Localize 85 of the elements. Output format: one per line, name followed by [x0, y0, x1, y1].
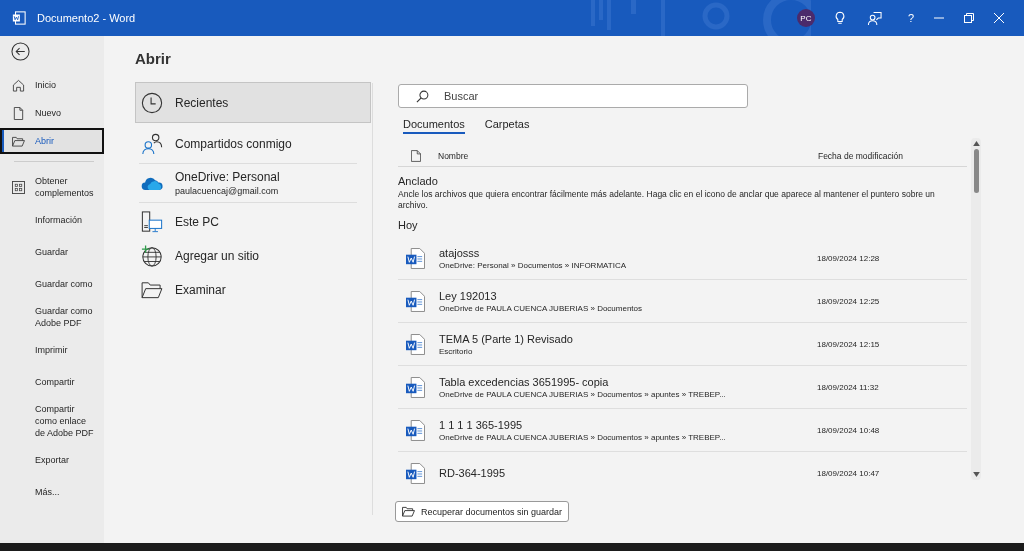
- document-icon: [12, 106, 25, 120]
- word-document-icon: [406, 462, 425, 484]
- modified-date: 18/09/2024 11:32: [817, 382, 880, 392]
- sidebar-item[interactable]: Compartir: [0, 367, 104, 397]
- restore-icon[interactable]: [964, 13, 974, 23]
- lightbulb-icon[interactable]: [832, 11, 847, 25]
- sidebar-item[interactable]: Guardar como: [0, 269, 104, 299]
- file-name: Tabla excedencias 3651995- copia: [439, 375, 610, 388]
- modified-date: 18/09/2024 12:25: [817, 296, 881, 306]
- scrollbar[interactable]: [971, 138, 981, 480]
- scroll-down-icon[interactable]: [972, 472, 980, 477]
- sidebar-item[interactable]: Imprimir: [0, 335, 104, 365]
- column-header[interactable]: Nombre: [438, 151, 469, 161]
- file-row[interactable]: RD-364-1995 18/09/2024 10:47: [398, 452, 967, 486]
- scroll-thumb[interactable]: [973, 149, 979, 193]
- sidebar-item[interactable]: Inicio: [0, 72, 104, 98]
- account-email: paulacuencaj@gmail.com: [175, 186, 280, 196]
- folder-icon: [12, 135, 25, 147]
- sidebar-item[interactable]: Guardar: [0, 237, 104, 267]
- recover-button[interactable]: Recuperar documentos sin guardar: [395, 501, 570, 522]
- globe-add-icon: [141, 245, 163, 267]
- file-row[interactable]: TEMA 5 (Parte 1) Revisado Escritorio 18/09/2024 12:15: [398, 323, 967, 366]
- sidebar-item[interactable]: Obtener complementos: [0, 171, 104, 203]
- file-name: RD-364-1995: [439, 467, 507, 479]
- sidebar-item[interactable]: Más...: [0, 477, 104, 507]
- sidebar-item[interactable]: Compartir como enlace de Adobe PDF: [0, 399, 104, 443]
- modified-date: 18/09/2024 12:15: [817, 339, 881, 349]
- modified-date: 18/09/2024 10:48: [817, 425, 881, 435]
- close-icon[interactable]: [994, 13, 1004, 23]
- search-field[interactable]: Buscar: [398, 84, 748, 108]
- location-item[interactable]: OneDrive: Personal paulacuencaj@gmail.com: [135, 166, 371, 200]
- cloud-icon: [141, 175, 163, 191]
- people-chat-icon[interactable]: [866, 10, 882, 26]
- search-icon: [416, 90, 429, 103]
- location-item[interactable]: Recientes: [135, 82, 371, 123]
- modified-date: 18/09/2024 10:47: [817, 468, 881, 478]
- file-name: 1 1 1 1 365-1995: [439, 418, 524, 431]
- file-path: OneDrive: Personal » Documentos » INFORMATICA: [439, 260, 628, 270]
- location-item[interactable]: Examinar: [135, 273, 371, 307]
- word-document-icon: [406, 376, 425, 398]
- word-document-icon: [406, 247, 425, 269]
- file-path: Escritorio: [439, 346, 474, 356]
- help-button[interactable]: ?: [907, 12, 914, 24]
- document-app-icon: [12, 11, 26, 25]
- sidebar-item[interactable]: Información: [0, 205, 104, 235]
- sidebar-item[interactable]: Abrir: [0, 128, 104, 154]
- file-name: atajosss: [439, 246, 481, 259]
- file-path: OneDrive de PAULA CUENCA JUBERIAS » Documentos » apuntes » TREBEP...: [439, 432, 727, 442]
- folder-icon: [402, 506, 415, 517]
- file-row[interactable]: Ley 192013 OneDrive de PAULA CUENCA JUBERIAS » Documentos 18/09/2024 12:25: [398, 280, 967, 323]
- grid-icon: [12, 180, 25, 194]
- location-item[interactable]: Compartidos conmigo: [135, 127, 371, 161]
- home-icon: [12, 78, 25, 92]
- file-path: OneDrive de PAULA CUENCA JUBERIAS » Documentos: [439, 303, 644, 313]
- file-row[interactable]: atajosss OneDrive: Personal » Documentos » INFORMATICA 18/09/2024 12:28: [398, 237, 967, 280]
- file-name: TEMA 5 (Parte 1) Revisado: [439, 332, 574, 345]
- sidebar-item[interactable]: Exportar: [0, 445, 104, 475]
- word-document-icon: [406, 290, 425, 312]
- pinned-hint: Ancle los archivos que quiera encontrar fácilmente más adelante. Haga clic en el icono de anclar que aparece al mantener el puntero sobre un archivo.: [398, 189, 936, 211]
- word-document-icon: [406, 419, 425, 441]
- tab[interactable]: Carpetas: [484, 118, 530, 134]
- section-title: Hoy: [398, 219, 419, 231]
- scroll-up-icon[interactable]: [972, 141, 980, 146]
- word-document-icon: [406, 333, 425, 355]
- people-icon: [141, 133, 163, 155]
- sidebar-item[interactable]: Nuevo: [0, 100, 104, 126]
- document-icon: [411, 150, 421, 162]
- window-title: Documento2 - Word: [37, 12, 136, 24]
- page-heading: Abrir: [135, 50, 172, 67]
- back-icon[interactable]: [11, 42, 30, 61]
- clock-icon: [141, 91, 163, 114]
- computer-icon: [141, 211, 163, 233]
- modified-date: 18/09/2024 12:28: [817, 253, 881, 263]
- folder-icon: [141, 281, 163, 299]
- column-header[interactable]: Fecha de modificación: [817, 151, 903, 161]
- tab[interactable]: Documentos: [403, 118, 465, 134]
- file-row[interactable]: 1 1 1 1 365-1995 OneDrive de PAULA CUENCA JUBERIAS » Documentos » apuntes » TREBEP... 18/09/2024 10:48: [398, 409, 967, 452]
- user-avatar[interactable]: PC: [796, 9, 815, 27]
- location-item[interactable]: Agregar un sitio: [135, 239, 371, 273]
- location-item[interactable]: Este PC: [135, 205, 371, 239]
- section-title: Anclado: [398, 175, 439, 187]
- sidebar-item[interactable]: Guardar como Adobe PDF: [0, 301, 104, 333]
- file-name: Ley 192013: [439, 289, 498, 302]
- file-path: OneDrive de PAULA CUENCA JUBERIAS » Documentos » apuntes » TREBEP...: [439, 389, 727, 399]
- file-row[interactable]: Tabla excedencias 3651995- copia OneDrive de PAULA CUENCA JUBERIAS » Documentos » apuntes » TREBEP... 18/09/2024 11:32: [398, 366, 967, 409]
